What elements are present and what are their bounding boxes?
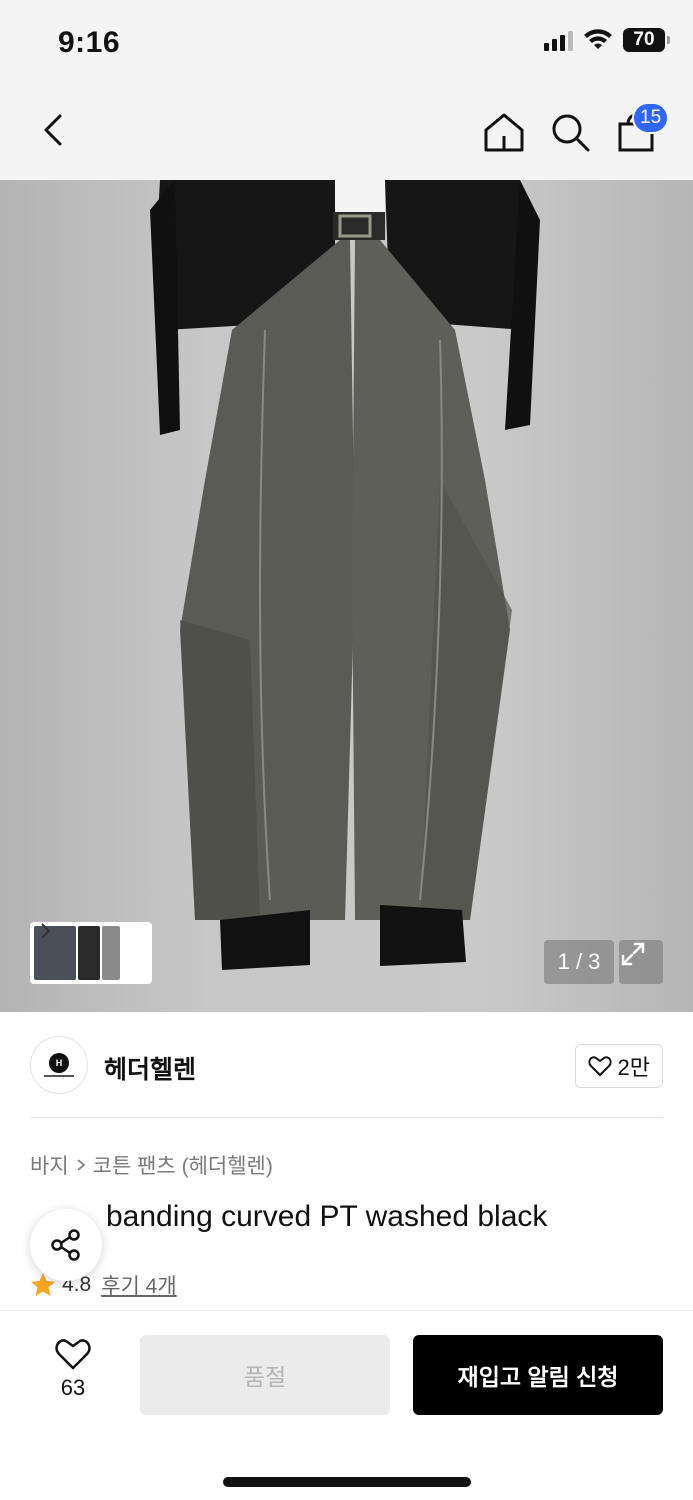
home-icon[interactable] — [480, 108, 528, 156]
breadcrumb: 바지 코튼 팬츠 (헤더헬렌) — [30, 1150, 273, 1180]
breadcrumb-subcategory[interactable]: 코튼 팬츠 (헤더헬렌) — [93, 1150, 273, 1180]
status-bar: 9:16 70 — [0, 0, 693, 86]
brand-like-count: 2만 — [617, 1055, 650, 1080]
wifi-icon — [584, 29, 612, 49]
heart-icon — [587, 1056, 612, 1076]
product-photo — [150, 180, 540, 970]
brand-logo[interactable]: H — [30, 1036, 88, 1094]
search-icon[interactable] — [546, 108, 594, 156]
product-image-gallery[interactable]: 1 / 3 — [0, 180, 693, 1012]
brand-like-button[interactable]: 2만 — [574, 1044, 663, 1088]
chevron-right-icon — [77, 1159, 86, 1171]
product-title-text: banding curved PT washed black — [106, 1200, 548, 1233]
expand-button[interactable] — [619, 940, 663, 984]
soldout-button: 품절 — [140, 1335, 390, 1415]
review-count-link[interactable]: 후기 4개 — [101, 1270, 176, 1300]
wishlist-count: 63 — [60, 1375, 86, 1400]
signal-icon — [544, 29, 573, 51]
breadcrumb-category[interactable]: 바지 — [30, 1150, 69, 1180]
share-button[interactable] — [30, 1209, 102, 1281]
bottom-action-bar: 63 품절 재입고 알림 신청 — [0, 1310, 693, 1500]
heart-icon — [55, 1339, 91, 1370]
brand-row[interactable]: H 헤더헬렌 2만 — [30, 1036, 663, 1096]
battery-icon: 70 — [623, 28, 670, 52]
status-time: 9:16 — [58, 26, 121, 59]
restock-alert-button[interactable]: 재입고 알림 신청 — [413, 1335, 663, 1415]
gallery-thumbnail-strip[interactable] — [30, 922, 152, 984]
back-chevron-icon[interactable] — [32, 108, 76, 152]
cart-count-badge: 15 — [632, 102, 670, 134]
brand-name[interactable]: 헤더헬렌 — [104, 1050, 196, 1086]
wishlist-button[interactable]: 63 — [40, 1337, 106, 1401]
chevron-right-icon — [41, 923, 51, 939]
status-icons: 70 — [544, 28, 670, 52]
section-divider — [30, 1117, 663, 1118]
share-icon — [51, 1229, 80, 1261]
gallery-page-counter: 1 / 3 — [544, 940, 614, 984]
brand-logo-wordmark — [44, 1075, 74, 1077]
product-title: banding curved PT washed black — [30, 1200, 670, 1234]
gallery-thumbnail[interactable] — [78, 926, 100, 980]
product-detail-page: 9:16 70 15 1 / 3 H 헤더헬렌 2만 바지 코튼 팬츠 (헤더헬… — [0, 0, 693, 1500]
brand-monogram: H — [49, 1053, 69, 1073]
home-indicator — [223, 1477, 471, 1487]
gallery-thumbnail[interactable] — [102, 926, 120, 980]
top-nav-bar: 15 — [0, 86, 693, 180]
expand-icon — [621, 942, 645, 966]
